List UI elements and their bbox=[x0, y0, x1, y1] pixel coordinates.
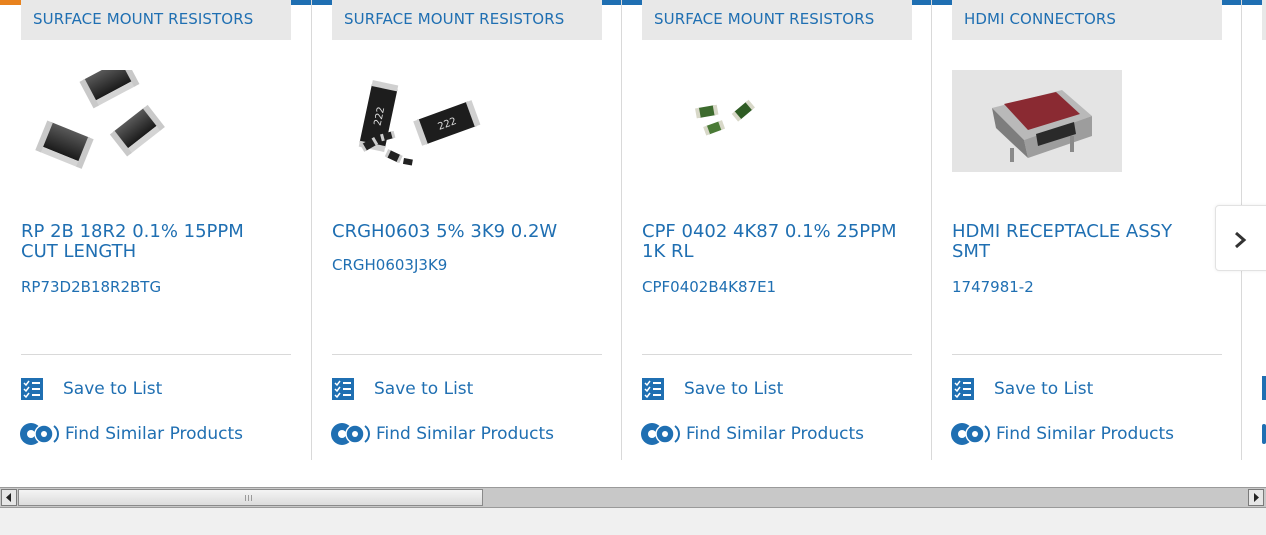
product-card: SURFACE MOUNT RESISTORS CPF 0402 4K87 0.… bbox=[641, 0, 912, 460]
find-similar-label: Find Similar Products bbox=[65, 424, 243, 444]
gears-icon bbox=[951, 423, 990, 445]
product-title[interactable]: CRGH0603 5% 3K9 0.2W bbox=[332, 222, 592, 242]
product-title[interactable]: CPF 0402 4K87 0.1% 25PPM 1K RL bbox=[642, 222, 902, 262]
product-image[interactable] bbox=[952, 70, 1122, 175]
product-image[interactable] bbox=[642, 70, 812, 175]
chevron-right-icon bbox=[1235, 231, 1247, 249]
category-label[interactable]: SURFACE MOUNT RESISTORS bbox=[642, 0, 912, 40]
product-image[interactable] bbox=[21, 57, 191, 175]
save-to-list-label: Save to List bbox=[374, 379, 474, 399]
card-divider bbox=[311, 0, 312, 460]
product-image[interactable]: 222 222 bbox=[332, 70, 502, 175]
checklist-icon bbox=[1262, 376, 1266, 400]
card-separator bbox=[21, 354, 291, 355]
part-number[interactable]: CRGH0603J3K9 bbox=[332, 256, 592, 274]
product-card: SURFACE MOUNT RESISTORS RP 2B 18R2 0.1% … bbox=[20, 0, 291, 460]
thumb-grip bbox=[248, 495, 249, 501]
product-carousel: SURFACE MOUNT RESISTORS RP 2B 18R2 0.1% … bbox=[0, 0, 1266, 460]
thumb-grip bbox=[251, 495, 252, 501]
find-similar-label: Find Similar Products bbox=[686, 424, 864, 444]
save-to-list-label: Save to List bbox=[684, 379, 784, 399]
arrow-left-icon bbox=[6, 493, 11, 502]
card-separator bbox=[332, 354, 602, 355]
checklist-icon bbox=[952, 378, 974, 400]
thumb-grip bbox=[245, 495, 246, 501]
category-label[interactable]: HDMI CONNECTORS bbox=[952, 0, 1222, 40]
find-similar-label: Find Similar Products bbox=[376, 424, 554, 444]
gears-icon bbox=[20, 423, 59, 445]
checklist-icon bbox=[21, 378, 43, 400]
horizontal-scrollbar[interactable] bbox=[0, 487, 1266, 508]
scrollbar-thumb[interactable] bbox=[18, 489, 483, 506]
product-title[interactable]: RP 2B 18R2 0.1% 15PPM CUT LENGTH bbox=[21, 222, 281, 262]
part-number[interactable]: RP73D2B18R2BTG bbox=[21, 278, 281, 296]
find-similar-label: Find Similar Products bbox=[996, 424, 1174, 444]
part-number[interactable]: CPF0402B4K87E1 bbox=[642, 278, 902, 296]
category-label[interactable]: SURFACE MOUNT RESISTORS bbox=[332, 0, 602, 40]
product-card: SURFACE MOUNT RESISTORS 222 222 CRGH0603… bbox=[331, 0, 602, 460]
gears-icon bbox=[331, 423, 370, 445]
scroll-right-button[interactable] bbox=[1248, 489, 1264, 506]
gears-icon bbox=[1262, 424, 1266, 444]
category-label[interactable]: SURFACE MOUNT RESISTORS bbox=[21, 0, 291, 40]
category-label bbox=[1262, 0, 1266, 40]
card-separator bbox=[642, 354, 912, 355]
card-divider bbox=[621, 0, 622, 460]
arrow-right-icon bbox=[1254, 493, 1259, 502]
save-to-list-label: Save to List bbox=[994, 379, 1094, 399]
card-separator bbox=[952, 354, 1222, 355]
page-footer-area bbox=[0, 508, 1266, 535]
scroll-left-button[interactable] bbox=[1, 489, 17, 506]
carousel-next-button[interactable] bbox=[1215, 205, 1266, 271]
product-title[interactable]: HDMI RECEPTACLE ASSY SMT bbox=[952, 222, 1212, 262]
product-card: HDMI CONNECTORS HDMI RECEPTACLE ASSY SMT… bbox=[951, 0, 1222, 460]
checklist-icon bbox=[642, 378, 664, 400]
gears-icon bbox=[641, 423, 680, 445]
checklist-icon bbox=[332, 378, 354, 400]
part-number[interactable]: 1747981-2 bbox=[952, 278, 1212, 296]
save-to-list-label: Save to List bbox=[63, 379, 163, 399]
card-divider bbox=[931, 0, 932, 460]
